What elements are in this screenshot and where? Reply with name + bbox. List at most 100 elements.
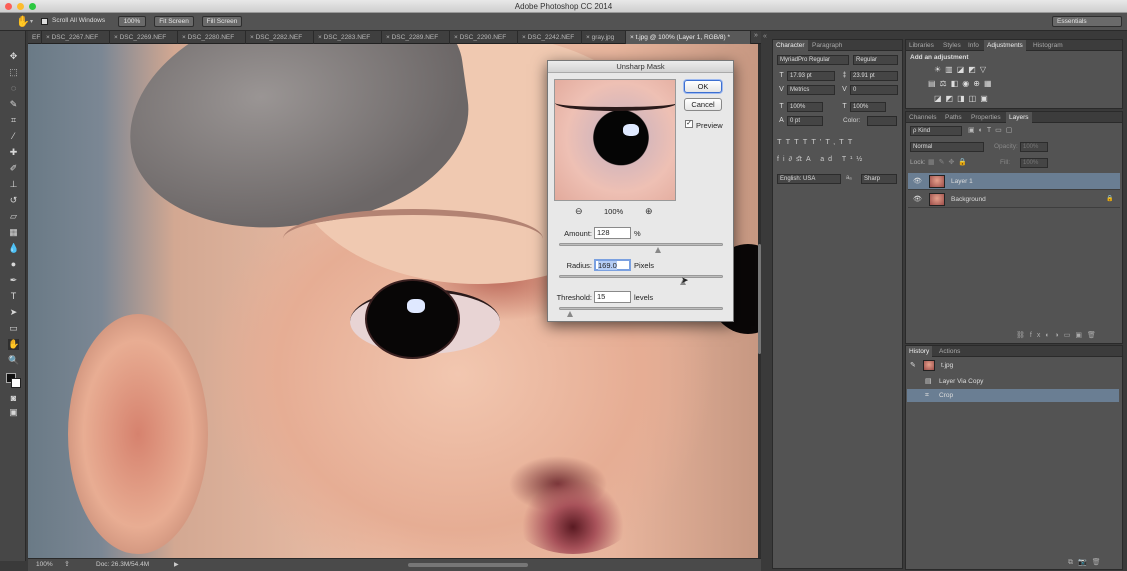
visibility-eye-icon[interactable]: 👁 [913, 173, 922, 190]
font-style-select[interactable]: Regular [853, 55, 898, 65]
scroll-all-checkbox[interactable] [41, 18, 48, 25]
doc-tab-active[interactable]: × t.jpg @ 100% (Layer 1, RGB/8) * [626, 31, 751, 44]
move-tool-icon[interactable]: ✥ [8, 51, 19, 62]
language-select[interactable]: English: USA [777, 174, 841, 184]
history-footer-buttons[interactable]: ⧉📷🗑 [1068, 558, 1106, 567]
hand-tool-button-icon[interactable]: ✋ [8, 339, 19, 350]
zoom-window-button[interactable] [29, 3, 36, 10]
zoom-tool-icon[interactable]: 🔍 [8, 355, 19, 366]
antialias-select[interactable]: Sharp [861, 174, 897, 184]
layer-row[interactable]: 👁 Background 🔒 [908, 191, 1120, 208]
ok-button[interactable]: OK [684, 80, 722, 93]
zoom-100-button[interactable]: 100% [118, 16, 146, 27]
quick-mask-icon[interactable]: ◙ [8, 393, 19, 404]
horizontal-scale-field[interactable]: 100% [850, 102, 886, 112]
type-tool-icon[interactable]: T [8, 291, 19, 302]
text-color-swatch[interactable] [867, 116, 897, 126]
fit-screen-button[interactable]: Fit Screen [154, 16, 194, 27]
tab-info[interactable]: Info [965, 40, 982, 51]
doc-tab[interactable]: × DSC_2269.NEF [110, 31, 178, 44]
zoom-readout[interactable]: 100% [36, 559, 53, 571]
type-style-buttons[interactable]: TTTTT'T,TT [777, 137, 897, 149]
doc-tab[interactable]: × DSC_2280.NEF [178, 31, 246, 44]
tracking-field[interactable]: 0 [850, 85, 898, 95]
visibility-eye-icon[interactable]: 👁 [913, 191, 922, 208]
dodge-tool-icon[interactable]: ● [8, 259, 19, 270]
history-snapshot[interactable]: ✎ t.jpg [907, 358, 1119, 374]
fill-screen-button[interactable]: Fill Screen [202, 16, 242, 27]
tab-properties[interactable]: Properties [968, 112, 1004, 123]
doc-tab[interactable]: × DSC_2282.NEF [246, 31, 314, 44]
blend-mode-select[interactable]: Normal [910, 142, 984, 152]
zoom-in-icon[interactable]: ⊕ [645, 206, 653, 217]
tab-adjustments[interactable]: Adjustments [984, 40, 1026, 51]
adjustment-icons-row-3[interactable]: ◪◩◨◫▣ [934, 94, 992, 103]
brush-tool-icon[interactable]: ✐ [8, 163, 19, 174]
horizontal-scroll-thumb[interactable] [408, 563, 528, 567]
tab-paragraph[interactable]: Paragraph [809, 40, 845, 51]
fill-field[interactable]: 100% [1020, 158, 1048, 168]
tab-overflow-icon[interactable]: » [754, 32, 758, 39]
doc-tab[interactable]: × gray.jpg [582, 31, 626, 44]
kerning-field[interactable]: Metrics [787, 85, 835, 95]
baseline-shift-field[interactable]: 0 pt [787, 116, 823, 126]
history-state[interactable]: ⌗ Crop [907, 389, 1119, 402]
background-color-swatch[interactable] [11, 378, 21, 388]
workspace-switcher[interactable]: Essentials [1052, 16, 1122, 27]
collapse-panels-icon[interactable]: « [763, 33, 767, 40]
history-brush-tool-icon[interactable]: ↺ [8, 195, 19, 206]
hand-tool-icon[interactable]: ✋ [16, 15, 30, 28]
radius-slider[interactable] [559, 275, 723, 285]
tab-character[interactable]: Character [773, 40, 808, 51]
doc-tab[interactable]: × DSC_2242.NEF [518, 31, 582, 44]
opacity-field[interactable]: 100% [1020, 142, 1048, 152]
cancel-button[interactable]: Cancel [684, 98, 722, 111]
font-size-field[interactable]: 17.93 pt [787, 71, 835, 81]
tab-histogram[interactable]: Histogram [1030, 40, 1066, 51]
status-menu-icon[interactable]: ▶ [174, 559, 179, 571]
gradient-tool-icon[interactable]: ▦ [8, 227, 19, 238]
blur-tool-icon[interactable]: 💧 [8, 243, 19, 254]
opentype-buttons[interactable]: fi∂ﬆA ad T¹½ [777, 155, 897, 167]
shape-tool-icon[interactable]: ▭ [8, 323, 19, 334]
tab-paths[interactable]: Paths [942, 112, 965, 123]
pen-tool-icon[interactable]: ✒ [8, 275, 19, 286]
minimize-window-button[interactable] [17, 3, 24, 10]
amount-input[interactable]: 128 [594, 227, 631, 239]
layer-filter-icons[interactable]: ▣◐T▭▢ [968, 126, 1016, 134]
amount-slider-thumb[interactable] [655, 247, 662, 253]
chevron-down-icon[interactable]: ▾ [30, 18, 33, 25]
layer-footer-buttons[interactable]: ⛓fx◐◑▭▣🗑 [1016, 331, 1101, 339]
history-state[interactable]: ▤ Layer Via Copy [907, 375, 1119, 388]
marquee-tool-icon[interactable]: ⬚ [8, 67, 19, 78]
filter-preview[interactable] [554, 79, 676, 201]
history-brush-source-icon[interactable]: ✎ [910, 358, 916, 374]
close-window-button[interactable] [5, 3, 12, 10]
lasso-tool-icon[interactable]: ◌ [8, 83, 19, 94]
share-icon[interactable]: ⇪ [64, 559, 70, 571]
eyedropper-tool-icon[interactable]: ⁄ [8, 131, 19, 142]
threshold-slider-thumb[interactable] [566, 311, 573, 317]
preview-checkbox[interactable]: ✓ [685, 120, 693, 128]
doc-tab[interactable]: × DSC_2267.NEF [42, 31, 110, 44]
adjustment-icons-row-2[interactable]: ▤⚖◧◉⊕▦ [928, 79, 996, 88]
threshold-slider[interactable] [559, 307, 723, 317]
healing-brush-tool-icon[interactable]: ✚ [8, 147, 19, 158]
crop-tool-icon[interactable]: ⌗ [8, 115, 19, 126]
doc-tab[interactable]: × DSC_2289.NEF [382, 31, 450, 44]
eraser-tool-icon[interactable]: ▱ [8, 211, 19, 222]
tab-styles[interactable]: Styles [940, 40, 964, 51]
tab-actions[interactable]: Actions [936, 346, 963, 357]
tab-layers[interactable]: Layers [1006, 112, 1032, 123]
quick-select-tool-icon[interactable]: ✎ [8, 99, 19, 110]
amount-slider[interactable] [559, 243, 723, 253]
vertical-scale-field[interactable]: 100% [787, 102, 823, 112]
layer-row[interactable]: 👁 Layer 1 [908, 173, 1120, 190]
clone-stamp-tool-icon[interactable]: ⊥ [8, 179, 19, 190]
radius-input[interactable]: 169.0 [594, 259, 631, 271]
path-select-tool-icon[interactable]: ➤ [8, 307, 19, 318]
threshold-input[interactable]: 15 [594, 291, 631, 303]
leading-field[interactable]: 23.91 pt [850, 71, 898, 81]
tab-libraries[interactable]: Libraries [906, 40, 937, 51]
doc-tab[interactable]: × DSC_2283.NEF [314, 31, 382, 44]
